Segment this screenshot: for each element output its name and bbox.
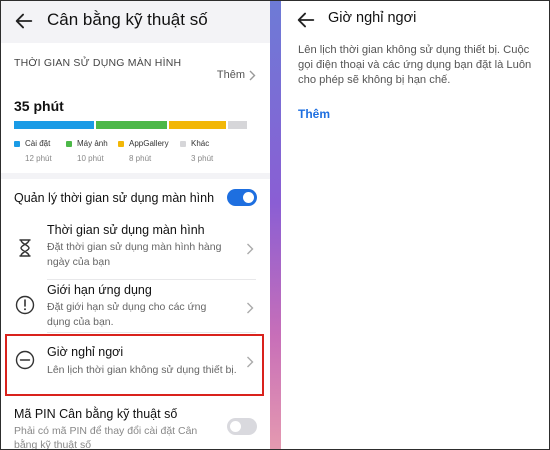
legend-item: Cài đặt 12 phút: [14, 139, 52, 163]
chevron-right-icon: [247, 302, 254, 314]
downtime-screen: Giờ nghỉ ngơi Lên lịch thời gian không s…: [281, 1, 549, 449]
digital-balance-screen: Cân bằng kỹ thuật số THỜI GIAN SỬ DỤNG M…: [1, 1, 270, 449]
list-divider: [47, 332, 256, 333]
usage-segment: [14, 121, 95, 129]
item-title: Giới hạn ứng dụng: [47, 283, 152, 297]
switch-knob: [243, 192, 254, 203]
page-title: Cân bằng kỹ thuật số: [47, 10, 208, 29]
chevron-right-icon: [249, 70, 256, 80]
legend-swatch: [66, 140, 72, 147]
wallpaper-strip: [270, 0, 281, 450]
screen-time-section-label: THỜI GIAN SỬ DỤNG MÀN HÌNH: [14, 57, 182, 69]
legend-label: Khác: [191, 139, 210, 148]
pin-switch[interactable]: [227, 418, 257, 435]
manage-screen-time-row[interactable]: Quản lý thời gian sử dụng màn hình: [14, 187, 257, 213]
screen-time-summary-card: THỜI GIAN SỬ DỤNG MÀN HÌNH Thêm 35 phút …: [1, 43, 270, 173]
legend-label: Máy ảnh: [77, 139, 108, 148]
hourglass-icon: [19, 239, 31, 257]
pin-title: Mã PIN Cân bằng kỹ thuật số: [14, 407, 178, 421]
usage-segment: [96, 121, 168, 129]
total-screen-time: 35 phút: [14, 98, 64, 114]
item-title: Thời gian sử dụng màn hình: [47, 223, 205, 237]
usage-segment: [169, 121, 226, 129]
legend-swatch: [180, 140, 186, 147]
usage-bar: [14, 121, 256, 129]
list-divider: [47, 279, 256, 280]
settings-list-card: Quản lý thời gian sử dụng màn hình Thời …: [1, 179, 270, 449]
pin-description: Phải có mã PIN để thay đổi cài đặt Cân b…: [14, 425, 198, 449]
list-item-screen-time[interactable]: Thời gian sử dụng màn hình Đặt thời gian…: [1, 221, 270, 279]
legend-item: AppGallery 8 phút: [118, 139, 169, 163]
list-item-app-limits[interactable]: Giới hạn ứng dụng Đặt giới hạn sử dụng c…: [1, 283, 270, 335]
legend-label: Cài đặt: [25, 139, 51, 148]
legend-swatch: [118, 140, 124, 147]
legend-time: 3 phút: [191, 154, 214, 163]
legend-time: 8 phút: [129, 154, 152, 163]
app-bar: Cân bằng kỹ thuật số: [1, 1, 270, 41]
usage-segment: [227, 121, 247, 129]
manage-screen-time-switch[interactable]: [227, 189, 257, 206]
manage-screen-time-label: Quản lý thời gian sử dụng màn hình: [14, 191, 215, 205]
more-link[interactable]: Thêm: [217, 69, 256, 81]
page-title: Giờ nghỉ ngơi: [328, 10, 417, 26]
legend-time: 12 phút: [25, 154, 52, 163]
highlight-box: [5, 334, 264, 396]
item-description: Đặt thời gian sử dụng màn hình hàng ngày…: [47, 241, 222, 268]
switch-knob: [230, 421, 241, 432]
alert-circle-icon: [15, 295, 35, 315]
legend-label: AppGallery: [129, 139, 169, 148]
downtime-description: Lên lịch thời gian không sử dụng thiết b…: [298, 44, 532, 86]
legend-time: 10 phút: [77, 154, 104, 163]
back-arrow-icon[interactable]: [13, 10, 35, 32]
legend-item: Máy ảnh 10 phút: [66, 139, 108, 163]
legend-swatch: [14, 140, 20, 147]
add-schedule-button[interactable]: Thêm: [298, 107, 330, 121]
chevron-right-icon: [247, 243, 254, 255]
more-link-label: Thêm: [216, 69, 245, 81]
item-description: Đặt giới hạn sử dụng cho các ứng dụng củ…: [47, 301, 207, 328]
back-arrow-icon[interactable]: [295, 9, 317, 31]
legend-item: Khác 3 phút: [180, 139, 213, 163]
